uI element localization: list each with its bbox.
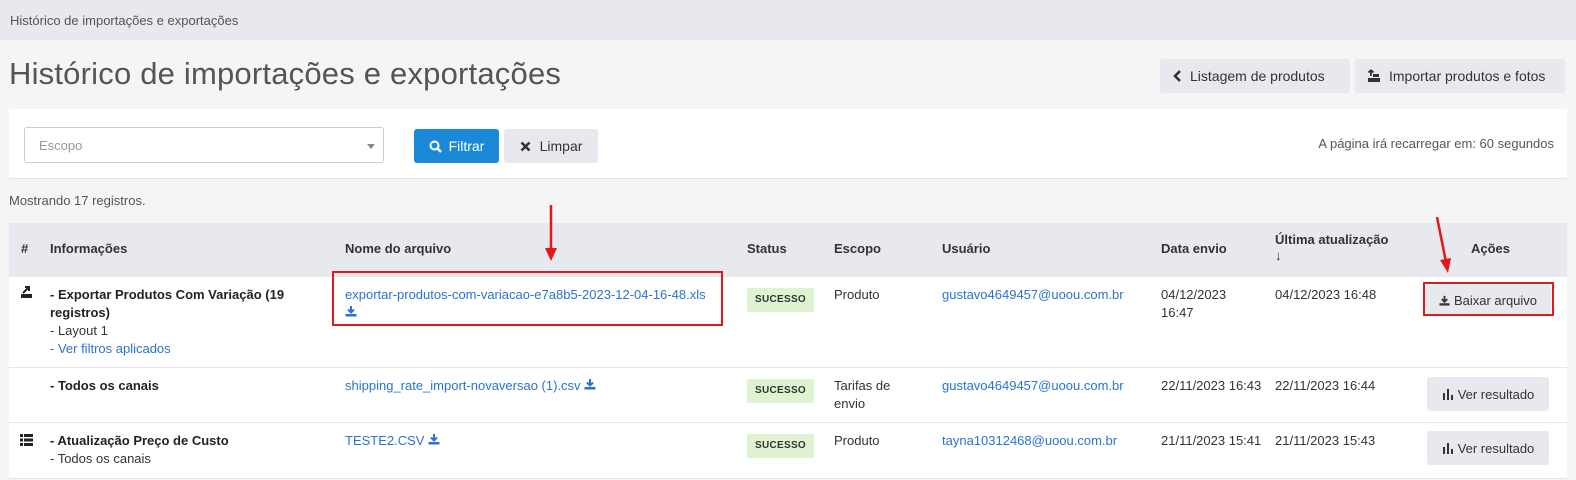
view-result-button[interactable]: Ver resultado <box>1427 431 1549 465</box>
file-link[interactable]: TESTE2.CSV <box>345 432 440 450</box>
upload-icon <box>1367 69 1380 82</box>
annotation-arrow-icon <box>545 205 557 261</box>
view-result-button[interactable]: Ver resultado <box>1427 377 1549 411</box>
updated-date: 04/12/2023 16:48 <box>1275 287 1377 302</box>
header-file: Nome do arquivo <box>345 241 452 256</box>
header-sent: Data envio <box>1161 241 1227 256</box>
header-info: Informações <box>50 241 128 256</box>
scope-cell: Tarifas de envio <box>834 378 891 411</box>
updated-date: 22/11/2023 16:44 <box>1275 378 1376 393</box>
records-count: Mostrando 17 registros. <box>9 193 146 208</box>
header-scope: Escopo <box>834 241 881 256</box>
header-updated[interactable]: Última atualização ↓ <box>1275 232 1388 263</box>
caret-down-icon <box>367 144 375 149</box>
view-result-label: Ver resultado <box>1457 386 1535 402</box>
header-user: Usuário <box>942 241 991 256</box>
filter-panel: Escopo Filtrar Limpar A página irá recar… <box>9 109 1567 179</box>
list-icon <box>20 433 33 451</box>
bar-chart-icon <box>1442 389 1453 400</box>
import-products-button[interactable]: Importar produtos e fotos <box>1355 59 1565 93</box>
sent-date: 04/12/2023 16:47 <box>1161 287 1227 320</box>
clear-button-label: Limpar <box>539 138 583 154</box>
view-filters-link[interactable]: - Ver filtros aplicados <box>50 340 320 358</box>
breadcrumb: Histórico de importações e exportações <box>0 0 1576 40</box>
reload-countdown: A página irá recarregar em: 60 segundos <box>1318 136 1554 151</box>
search-icon <box>429 140 442 153</box>
status-badge: SUCESSO <box>747 288 815 312</box>
view-result-label: Ver resultado <box>1457 440 1535 456</box>
scope-cell: Produto <box>834 433 880 448</box>
product-list-button[interactable]: Listagem de produtos <box>1160 59 1350 93</box>
header-status: Status <box>747 241 787 256</box>
table-row: - Todos os canais shipping_rate_import-n… <box>9 368 1567 423</box>
file-name: shipping_rate_import-novaversao (1).csv <box>345 378 581 393</box>
header-actions: Ações <box>1471 241 1511 256</box>
bar-chart-icon <box>1442 443 1453 454</box>
scope-select[interactable]: Escopo <box>24 127 384 163</box>
filter-button[interactable]: Filtrar <box>414 129 499 163</box>
scope-select-placeholder: Escopo <box>39 137 83 153</box>
header-updated-label: Última atualização <box>1275 232 1389 247</box>
row-title: - Todos os canais <box>50 378 159 393</box>
annotation-box-file <box>332 271 723 326</box>
annotation-box-download <box>1423 282 1554 316</box>
header-num: # <box>21 241 29 256</box>
row-title: - Atualização Preço de Custo <box>50 433 229 448</box>
download-icon <box>428 434 440 445</box>
breadcrumb-text: Histórico de importações e exportações <box>10 12 239 28</box>
file-link[interactable]: shipping_rate_import-novaversao (1).csv <box>345 377 715 395</box>
annotation-arrow-icon <box>1435 216 1451 273</box>
page-title: Histórico de importações e exportações <box>9 56 562 91</box>
sort-down-icon: ↓ <box>1275 248 1282 263</box>
table-row: - Exportar Produtos Com Variação (19 reg… <box>9 277 1567 368</box>
user-link[interactable]: gustavo4649457@uoou.com.br <box>942 286 1124 304</box>
sent-date: 22/11/2023 16:43 <box>1161 378 1262 393</box>
sent-date: 21/11/2023 15:41 <box>1161 433 1262 448</box>
export-icon <box>20 286 33 304</box>
row-title: - Exportar Produtos Com Variação (19 reg… <box>50 287 285 320</box>
table-row: - Atualização Preço de Custo - Todos os … <box>9 423 1567 479</box>
close-icon <box>520 141 531 151</box>
import-products-label: Importar produtos e fotos <box>1389 68 1546 84</box>
updated-date: 21/11/2023 15:43 <box>1275 433 1376 448</box>
table-header: # Informações Nome do arquivo Status Esc… <box>9 223 1567 277</box>
download-icon <box>584 379 596 390</box>
row-subtitle: - Layout 1 <box>50 323 108 338</box>
file-name: TESTE2.CSV <box>345 433 425 448</box>
user-link[interactable]: gustavo4649457@uoou.com.br <box>942 377 1124 395</box>
row-subtitle: - Todos os canais <box>50 451 151 466</box>
chevron-left-icon <box>1173 70 1181 82</box>
status-badge: SUCESSO <box>747 434 815 458</box>
status-badge: SUCESSO <box>747 379 815 403</box>
product-list-label: Listagem de produtos <box>1190 68 1325 84</box>
scope-cell: Produto <box>834 287 880 302</box>
clear-button[interactable]: Limpar <box>504 129 598 163</box>
user-link[interactable]: tayna10312468@uoou.com.br <box>942 432 1117 450</box>
filter-button-label: Filtrar <box>448 138 485 154</box>
history-table: # Informações Nome do arquivo Status Esc… <box>9 223 1567 479</box>
